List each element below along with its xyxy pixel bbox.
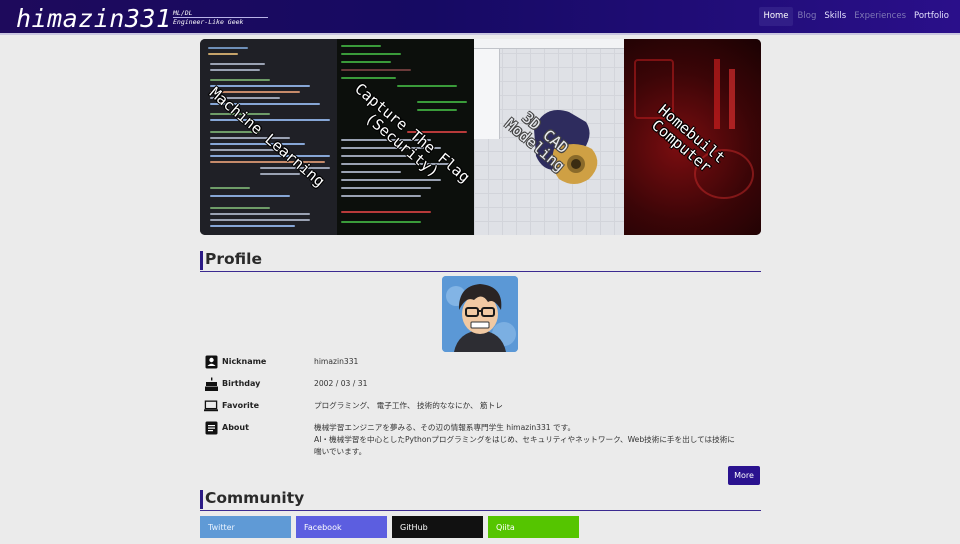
avatar: [442, 276, 518, 352]
hero-panel-3dcad[interactable]: 3D CAD Modeling: [474, 39, 624, 235]
about-line-3: 喘いでいます。: [314, 447, 367, 456]
tagline-line-2: Engineer-Like Geek: [173, 17, 268, 26]
about-value: 機械学習エンジニアを夢みる、その辺の情報系専門学生 himazin331 です。…: [314, 422, 760, 458]
site-logo[interactable]: himazin331: [16, 4, 172, 33]
tagline-line-1: ML/DL: [173, 9, 193, 17]
favorite-label: Favorite: [222, 401, 260, 410]
community-heading: Community: [200, 489, 761, 511]
nav-skills[interactable]: Skills: [821, 7, 849, 26]
nickname-label: Nickname: [222, 357, 267, 366]
profile-heading: Profile: [200, 250, 761, 272]
nav-blog[interactable]: Blog: [795, 7, 820, 26]
birthday-label: Birthday: [222, 379, 261, 388]
favorite-value: プログラミング、 電子工作、 技術的ななにか、 筋トレ: [314, 401, 503, 410]
profile-heading-text: Profile: [205, 250, 262, 268]
about-line-2: AI・機械学習を中心としたPythonプログラミングをはじめ、セキュリティやネッ…: [314, 435, 735, 444]
more-button[interactable]: More: [728, 466, 760, 485]
site-tagline: ML/DL Engineer-Like Geek: [173, 9, 268, 26]
hero-carousel: Machine Learning Capture The Flag (Secur…: [200, 39, 761, 235]
nickname-value: himazin331: [314, 357, 359, 366]
hero-panel-ctf[interactable]: Capture The Flag (Security): [337, 39, 474, 235]
nav-portfolio[interactable]: Portfolio: [911, 7, 952, 26]
github-link[interactable]: GitHub: [392, 516, 483, 538]
laptop-icon: [204, 399, 218, 413]
nav-home[interactable]: Home: [759, 7, 793, 26]
about-label: About: [222, 423, 249, 432]
facebook-link[interactable]: Facebook: [296, 516, 387, 538]
top-navbar: himazin331 ML/DL Engineer-Like Geek Home…: [0, 0, 960, 35]
birthday-value: 2002 / 03 / 31: [314, 379, 368, 388]
hero-panel-homebuilt-pc[interactable]: Homebuilt Computer: [624, 39, 761, 235]
id-card-icon: [204, 355, 218, 369]
qiita-link[interactable]: Qiita: [488, 516, 579, 538]
community-heading-text: Community: [205, 489, 305, 507]
main-nav: Home Blog Skills Experiences Portfolio: [759, 7, 952, 26]
twitter-link[interactable]: Twitter: [200, 516, 291, 538]
cake-icon: [204, 377, 218, 391]
about-line-1: 機械学習エンジニアを夢みる、その辺の情報系専門学生 himazin331 です。: [314, 423, 576, 432]
document-icon: [204, 421, 218, 435]
nav-experiences[interactable]: Experiences: [851, 7, 909, 26]
hero-panel-machine-learning[interactable]: Machine Learning: [200, 39, 337, 235]
